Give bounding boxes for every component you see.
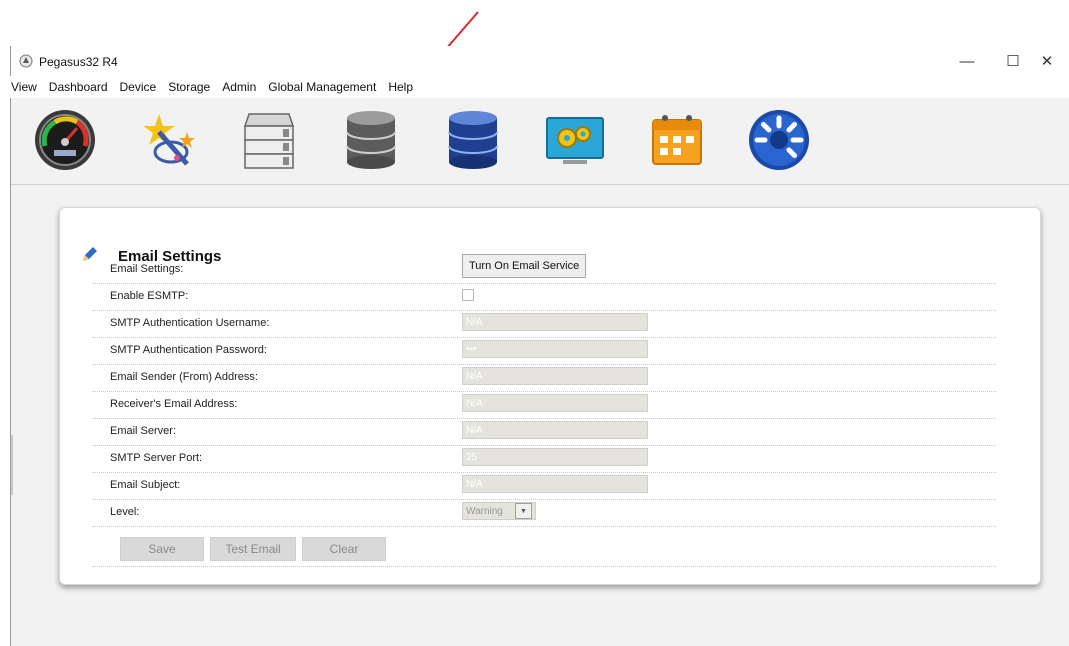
menu-storage[interactable]: Storage bbox=[162, 76, 216, 98]
app-window: Pegasus32 R4 — ☐ ✕ View Dashboard Device… bbox=[1, 46, 1069, 646]
menu-admin[interactable]: Admin bbox=[216, 76, 262, 98]
label-smtp-username: SMTP Authentication Username: bbox=[110, 317, 270, 329]
level-selected-value: Warning bbox=[466, 506, 503, 517]
volume-icon bbox=[448, 111, 498, 169]
level-select[interactable]: Warning ▼ bbox=[462, 502, 536, 520]
row-level: Level: Warning ▼ bbox=[92, 499, 996, 527]
menu-global-management[interactable]: Global Management bbox=[262, 76, 382, 98]
toolbar-wizard-button[interactable] bbox=[131, 104, 203, 176]
toolbar bbox=[11, 98, 1069, 185]
label-email-server: Email Server: bbox=[110, 425, 177, 437]
row-email-settings: Email Settings: Turn On Email Service bbox=[92, 254, 996, 284]
settings-gears-icon bbox=[546, 117, 604, 164]
row-smtp-username: SMTP Authentication Username: N/A bbox=[92, 310, 996, 338]
clear-button[interactable]: Clear bbox=[302, 537, 386, 561]
gauge-icon bbox=[35, 110, 95, 170]
label-sender-address: Email Sender (From) Address: bbox=[110, 371, 258, 383]
receiver-address-input[interactable]: N/A bbox=[462, 394, 648, 412]
close-icon: ✕ bbox=[1040, 53, 1054, 70]
test-email-button[interactable]: Test Email bbox=[210, 537, 296, 561]
window-title: Pegasus32 R4 bbox=[39, 55, 118, 69]
menu-help[interactable]: Help bbox=[382, 76, 419, 98]
toolbar-volume-button[interactable] bbox=[437, 104, 509, 176]
app-logo-icon bbox=[19, 54, 33, 68]
email-subject-input[interactable]: N/A bbox=[462, 475, 648, 493]
label-email-settings: Email Settings: bbox=[110, 263, 184, 275]
toolbar-schedule-button[interactable] bbox=[641, 104, 713, 176]
minimize-button[interactable]: — bbox=[944, 46, 990, 76]
row-smtp-password: SMTP Authentication Password: ••• bbox=[92, 337, 996, 365]
progress-spinner-icon bbox=[749, 110, 809, 170]
turn-on-email-service-button[interactable]: Turn On Email Service bbox=[462, 254, 587, 278]
label-email-subject: Email Subject: bbox=[110, 479, 181, 491]
row-email-server: Email Server: N/A bbox=[92, 418, 996, 446]
storage-pool-icon bbox=[346, 111, 396, 169]
row-smtp-port: SMTP Server Port: 25 bbox=[92, 445, 996, 473]
chevron-down-icon[interactable]: ▼ bbox=[515, 503, 532, 519]
toolbar-device-button[interactable] bbox=[233, 104, 305, 176]
sender-address-input[interactable]: N/A bbox=[462, 367, 648, 385]
smtp-username-input[interactable]: N/A bbox=[462, 313, 648, 331]
close-button[interactable]: ✕ bbox=[1024, 46, 1069, 76]
toolbar-dashboard-button[interactable] bbox=[29, 104, 101, 176]
row-sender-address: Email Sender (From) Address: N/A bbox=[92, 364, 996, 392]
content-area: Email Settings Email Settings: Turn On E… bbox=[11, 185, 1069, 646]
toolbar-storage-button[interactable] bbox=[335, 104, 407, 176]
title-bar: Pegasus32 R4 — ☐ ✕ bbox=[11, 46, 1069, 76]
menu-view[interactable]: View bbox=[11, 76, 43, 98]
row-email-subject: Email Subject: N/A bbox=[92, 472, 996, 500]
email-server-input[interactable]: N/A bbox=[462, 421, 648, 439]
calendar-icon bbox=[652, 115, 702, 165]
toolbar-background-activity-button[interactable] bbox=[743, 104, 815, 176]
save-button[interactable]: Save bbox=[120, 537, 204, 561]
actions-divider bbox=[92, 566, 996, 567]
minimize-icon: — bbox=[959, 52, 975, 70]
menu-device[interactable]: Device bbox=[114, 76, 163, 98]
label-smtp-password: SMTP Authentication Password: bbox=[110, 344, 267, 356]
email-settings-panel: Email Settings Email Settings: Turn On E… bbox=[59, 207, 1041, 585]
smtp-port-input[interactable]: 25 bbox=[462, 448, 648, 466]
enable-esmtp-checkbox[interactable] bbox=[462, 289, 474, 301]
menu-dashboard[interactable]: Dashboard bbox=[43, 76, 114, 98]
maximize-icon: ☐ bbox=[1006, 53, 1020, 70]
label-enable-esmtp: Enable ESMTP: bbox=[110, 290, 189, 302]
left-edge-marker bbox=[11, 435, 13, 495]
label-receiver-address: Receiver's Email Address: bbox=[110, 398, 238, 410]
label-smtp-port: SMTP Server Port: bbox=[110, 452, 203, 464]
menu-bar: View Dashboard Device Storage Admin Glob… bbox=[1, 76, 1069, 98]
wizard-icon bbox=[143, 114, 195, 166]
toolbar-admin-button[interactable] bbox=[539, 104, 611, 176]
label-level: Level: bbox=[110, 506, 140, 518]
row-enable-esmtp: Enable ESMTP: bbox=[92, 283, 996, 311]
smtp-password-input[interactable]: ••• bbox=[462, 340, 648, 358]
drive-bays-icon bbox=[243, 113, 295, 169]
row-receiver-address: Receiver's Email Address: N/A bbox=[92, 391, 996, 419]
